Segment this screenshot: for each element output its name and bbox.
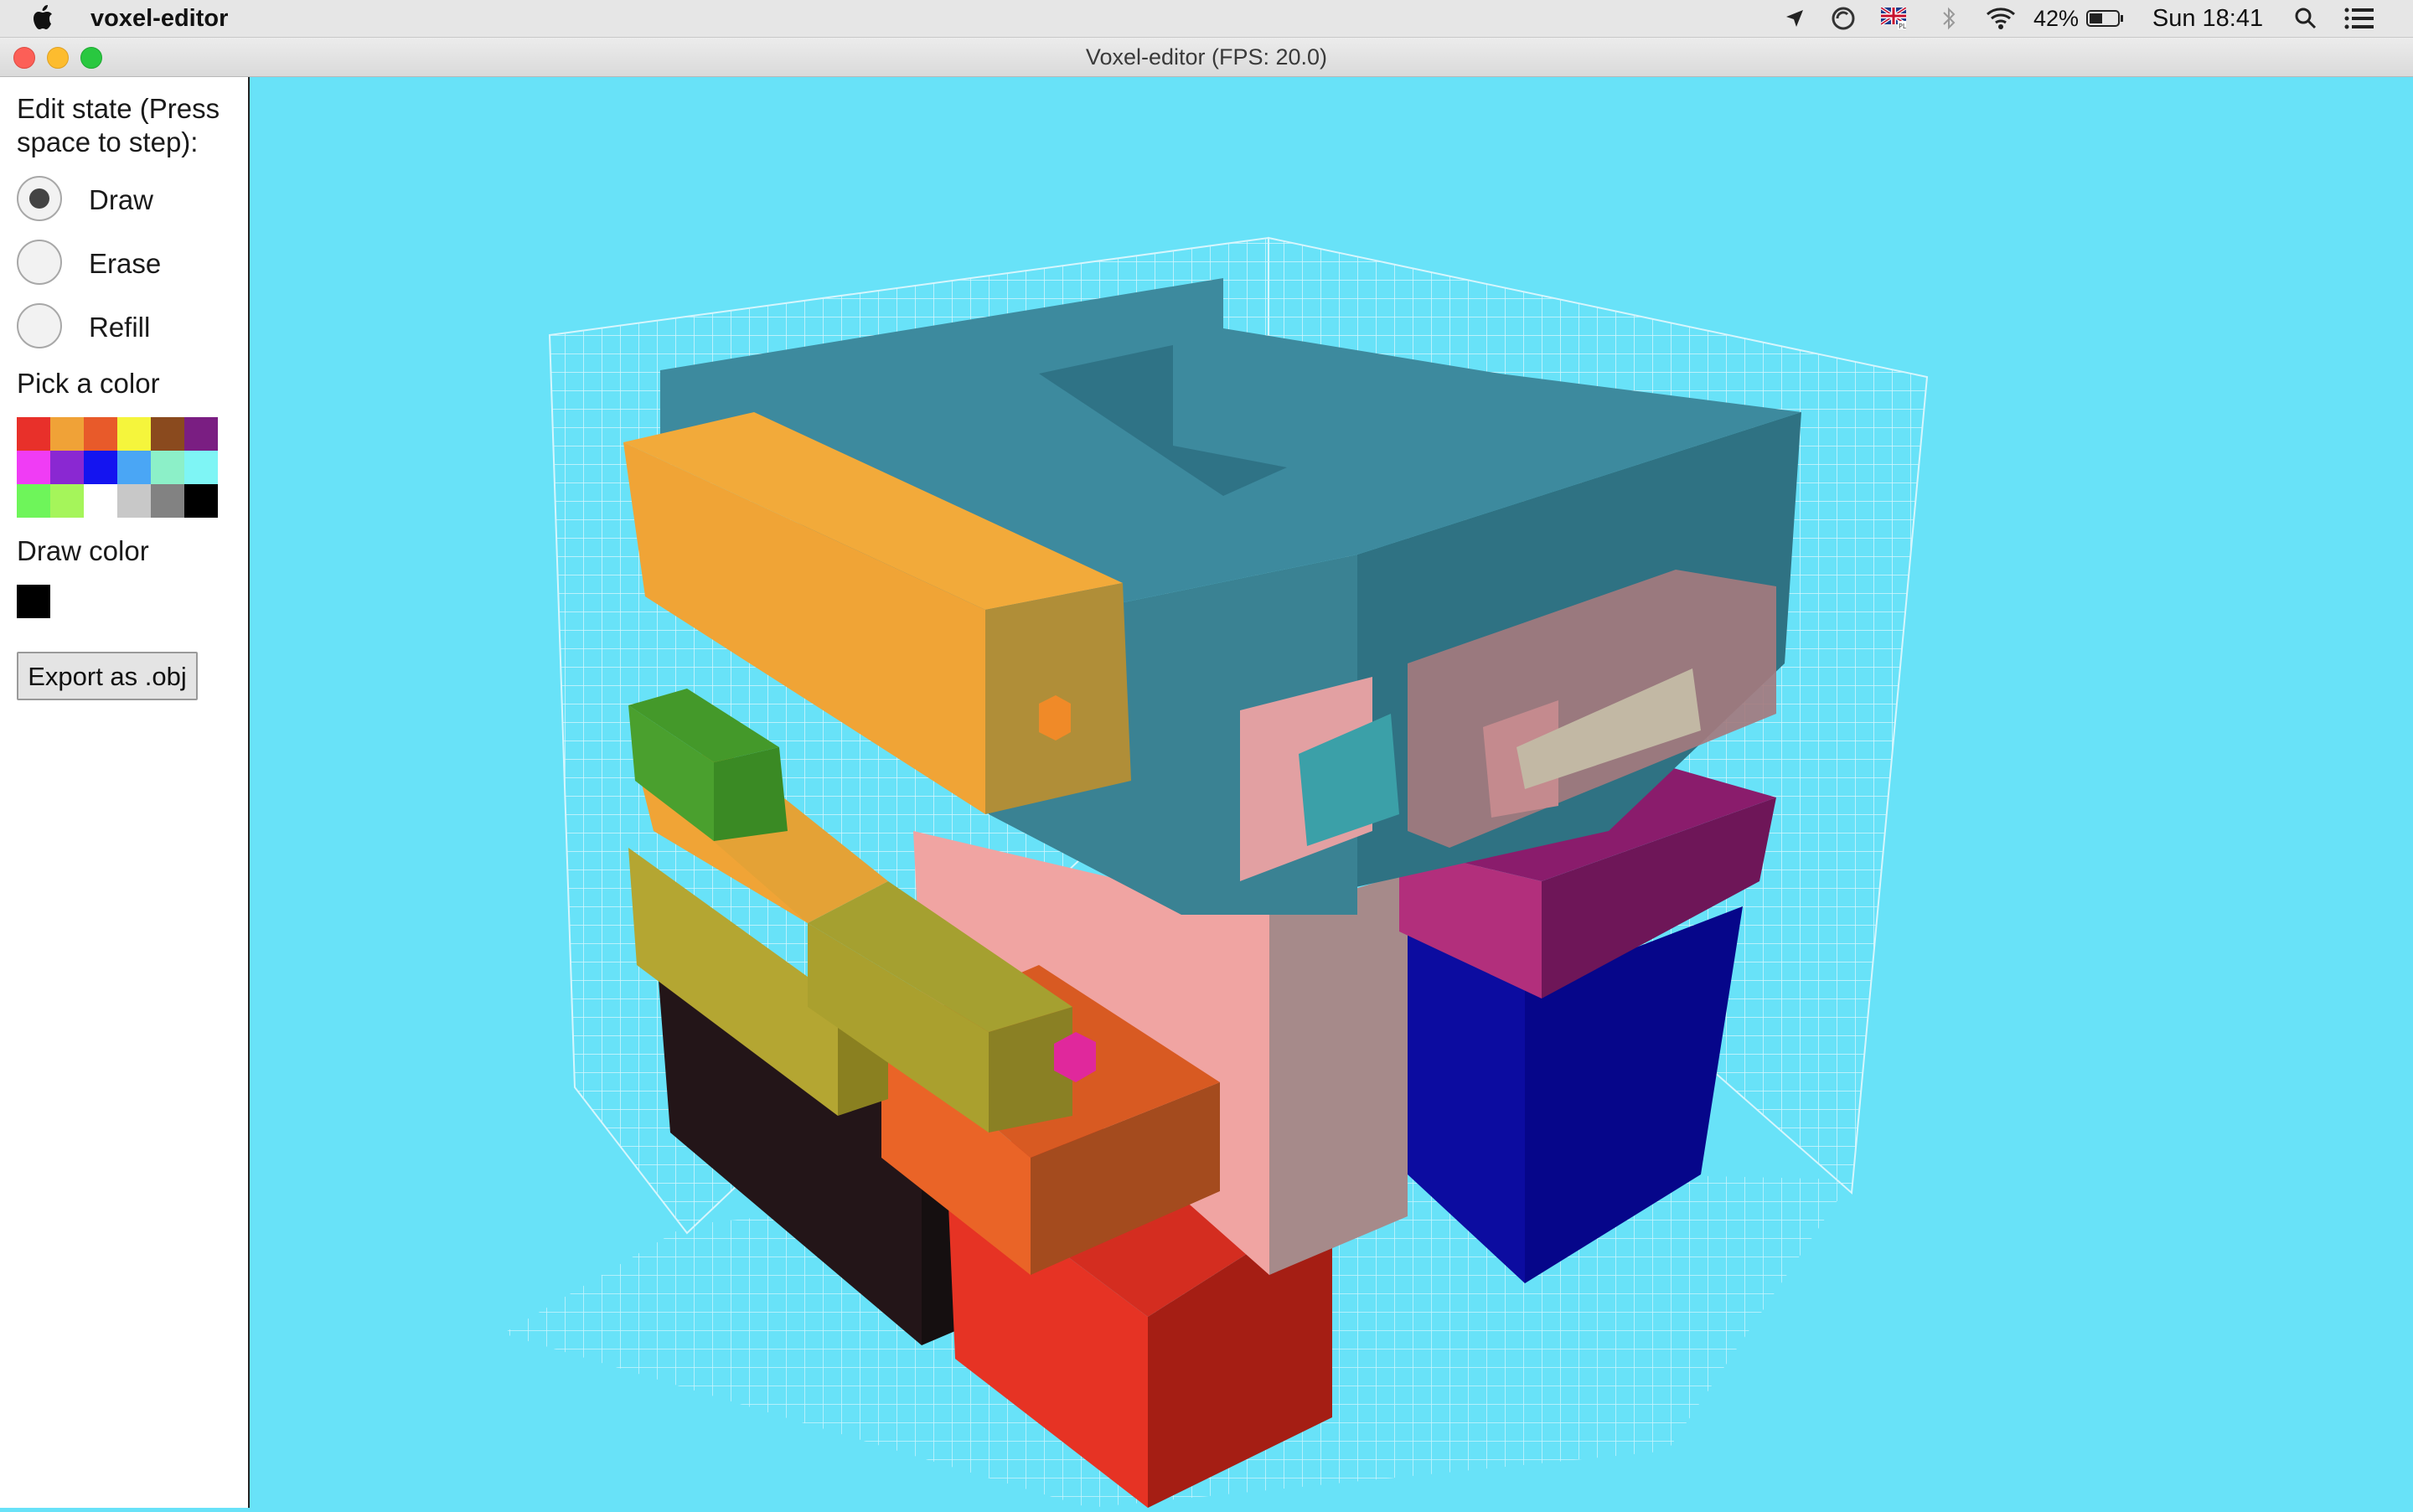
tool-panel: Edit state (Press space to step): Draw E… bbox=[0, 77, 250, 1508]
edit-state-label: Edit state (Press space to step): bbox=[17, 92, 220, 159]
palette-swatch[interactable] bbox=[84, 451, 117, 484]
battery-icon[interactable] bbox=[2085, 0, 2126, 37]
clock[interactable]: Sun 18:41 bbox=[2152, 0, 2264, 37]
palette-swatch[interactable] bbox=[151, 451, 184, 484]
palette-swatch[interactable] bbox=[17, 451, 50, 484]
palette-swatch[interactable] bbox=[117, 451, 151, 484]
palette-swatch[interactable] bbox=[17, 484, 50, 518]
palette-swatch[interactable] bbox=[151, 484, 184, 518]
voxel-block-green-front bbox=[714, 747, 788, 841]
erase-radio[interactable] bbox=[17, 240, 62, 285]
window-titlebar[interactable]: Voxel-editor (FPS: 20.0) bbox=[0, 38, 2413, 77]
battery-percent[interactable]: 42% bbox=[2031, 0, 2081, 37]
sync-icon[interactable] bbox=[1828, 0, 1858, 37]
search-icon[interactable] bbox=[2291, 0, 2321, 37]
bluetooth-icon[interactable] bbox=[1934, 0, 1964, 37]
svg-text:PL: PL bbox=[1899, 23, 1906, 29]
menubar: voxel-editor PL 42% Sun 18:41 bbox=[0, 0, 2413, 38]
draw-radio-label[interactable]: Draw bbox=[89, 184, 153, 216]
refill-radio[interactable] bbox=[17, 303, 62, 348]
palette-swatch[interactable] bbox=[184, 484, 218, 518]
voxel-viewport[interactable] bbox=[251, 77, 2413, 1508]
erase-radio-label[interactable]: Erase bbox=[89, 248, 161, 280]
radio-selected-dot bbox=[29, 188, 49, 209]
refill-radio-label[interactable]: Refill bbox=[89, 312, 150, 343]
pick-color-label: Pick a color bbox=[17, 368, 160, 399]
draw-color-label: Draw color bbox=[17, 535, 149, 566]
apple-icon[interactable] bbox=[32, 4, 57, 31]
palette-swatch[interactable] bbox=[184, 417, 218, 451]
palette-swatch[interactable] bbox=[151, 417, 184, 451]
draw-radio[interactable] bbox=[17, 176, 62, 221]
voxel-orange-cube bbox=[1039, 695, 1071, 741]
palette-swatch[interactable] bbox=[17, 417, 50, 451]
voxel-block-pink-front bbox=[1269, 873, 1408, 1275]
flag-uk-icon[interactable]: PL bbox=[1878, 0, 1909, 37]
location-arrow-icon[interactable] bbox=[1780, 0, 1810, 37]
palette-swatch[interactable] bbox=[84, 417, 117, 451]
edit-state-label-line1: Edit state (Press bbox=[17, 93, 220, 124]
palette-swatch[interactable] bbox=[117, 484, 151, 518]
palette-swatch[interactable] bbox=[50, 451, 84, 484]
export-obj-button[interactable]: Export as .obj bbox=[17, 652, 198, 700]
palette-swatch[interactable] bbox=[50, 484, 84, 518]
wifi-icon[interactable] bbox=[1982, 0, 2019, 37]
voxel-scene[interactable] bbox=[251, 77, 2413, 1508]
palette-swatch[interactable] bbox=[84, 484, 117, 518]
draw-color-swatch bbox=[17, 585, 50, 618]
edit-state-label-line2: space to step): bbox=[17, 126, 199, 157]
window-title: Voxel-editor (FPS: 20.0) bbox=[1085, 44, 1328, 70]
palette-swatch[interactable] bbox=[50, 417, 84, 451]
app-name[interactable]: voxel-editor bbox=[90, 5, 228, 33]
list-icon[interactable] bbox=[2343, 0, 2376, 37]
palette-swatch[interactable] bbox=[117, 417, 151, 451]
palette-swatch[interactable] bbox=[184, 451, 218, 484]
